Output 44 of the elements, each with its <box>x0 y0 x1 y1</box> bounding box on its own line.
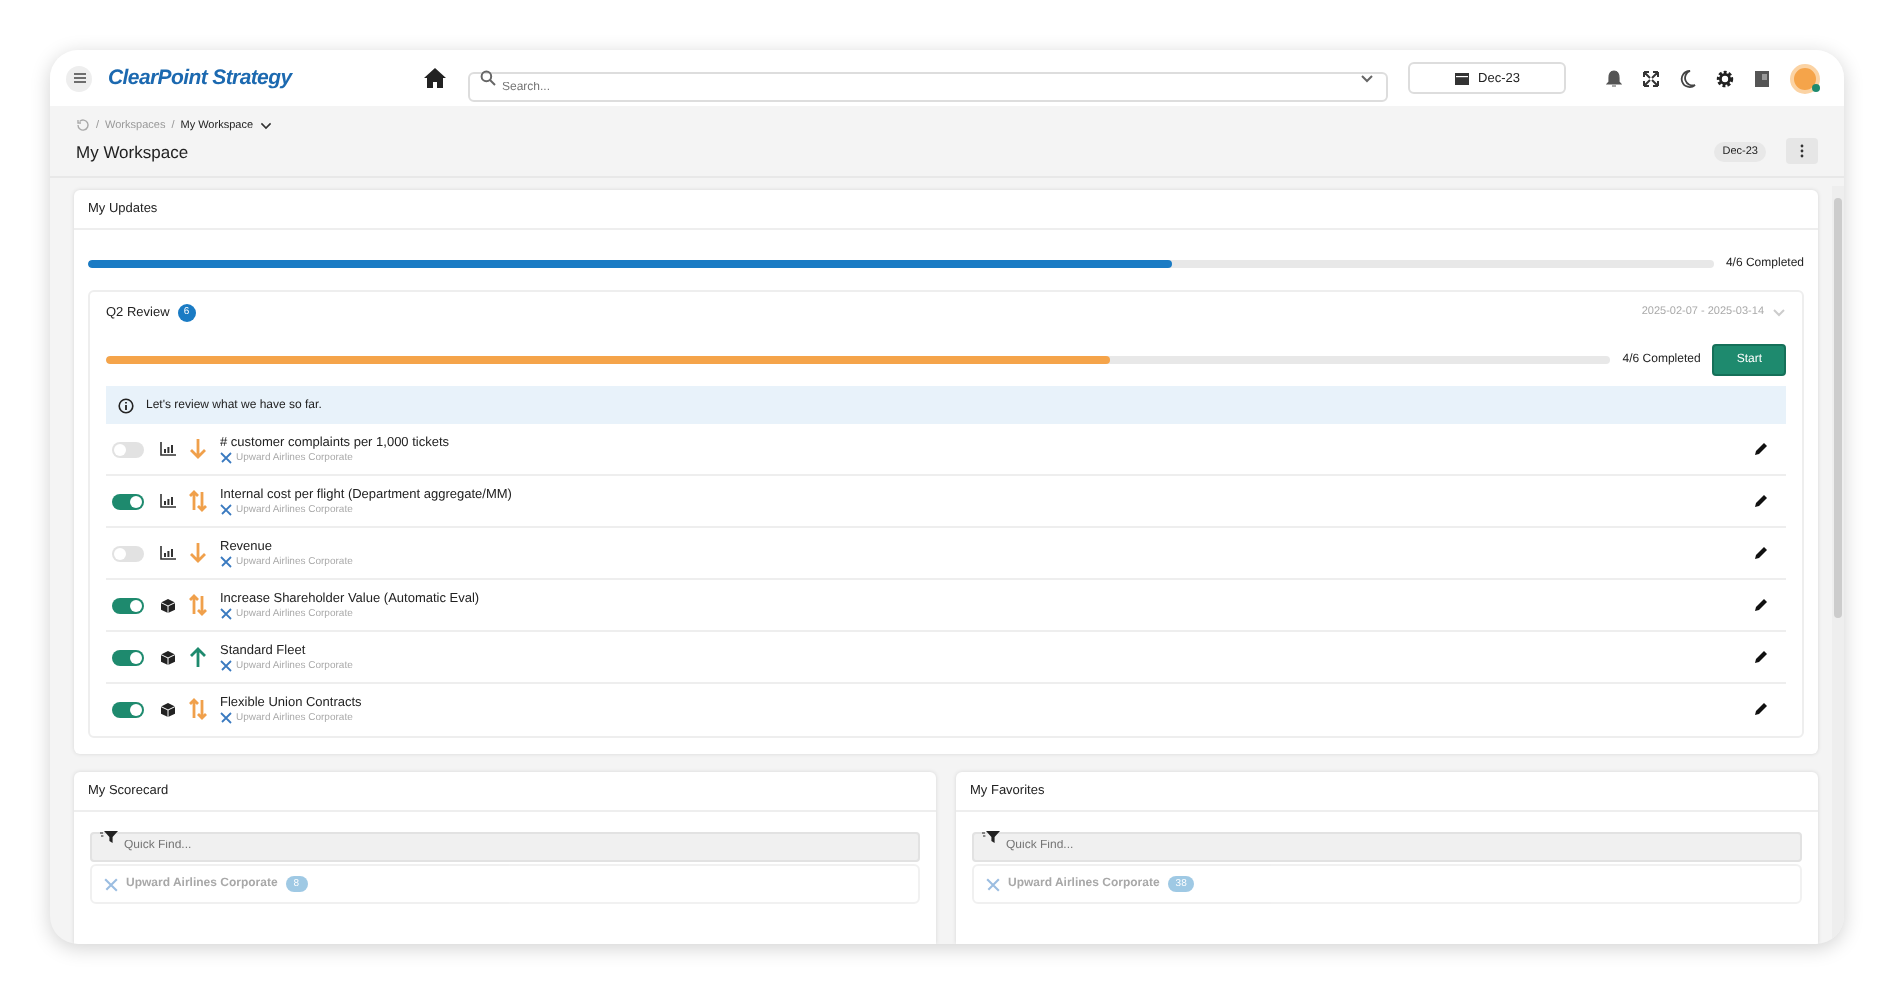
pencil-icon[interactable] <box>1754 546 1768 560</box>
up-down-arrows-icon <box>188 594 208 616</box>
bar-chart-icon <box>160 494 176 508</box>
pencil-icon[interactable] <box>1754 702 1768 716</box>
pencil-icon[interactable] <box>1754 650 1768 664</box>
cube-icon <box>160 649 176 665</box>
logo[interactable]: ClearPoint Strategy <box>108 66 408 90</box>
expand-icon[interactable] <box>1642 69 1660 87</box>
toggle-switch[interactable] <box>112 493 144 509</box>
toggle-switch[interactable] <box>112 701 144 717</box>
search-icon <box>480 70 496 86</box>
avatar[interactable] <box>1790 63 1820 93</box>
moon-icon[interactable] <box>1680 69 1696 87</box>
online-status-dot <box>1812 83 1820 91</box>
cube-icon <box>160 597 176 613</box>
bar-chart-icon <box>160 442 176 456</box>
menu-icon <box>73 72 85 84</box>
info-icon <box>118 397 134 413</box>
arrow-down-icon <box>188 438 208 460</box>
pencil-icon[interactable] <box>1754 494 1768 508</box>
cube-icon <box>160 701 176 717</box>
arrow-up-icon <box>188 646 208 668</box>
calendar-icon <box>1454 70 1471 86</box>
bar-chart-icon <box>160 546 176 560</box>
toggle-switch[interactable] <box>112 545 144 561</box>
scrollbar[interactable] <box>1832 186 1844 944</box>
chevron-down-icon[interactable] <box>259 121 272 129</box>
up-down-arrows-icon <box>188 490 208 512</box>
arrow-down-icon <box>188 542 208 564</box>
menu-button[interactable] <box>66 65 92 91</box>
pencil-icon[interactable] <box>1754 598 1768 612</box>
up-down-arrows-icon <box>188 698 208 720</box>
pencil-icon[interactable] <box>1754 442 1768 456</box>
filter-icon <box>100 830 118 844</box>
toggle-switch[interactable] <box>112 649 144 665</box>
filter-icon <box>982 830 1000 844</box>
book-icon[interactable] <box>1754 69 1770 87</box>
settings-icon[interactable] <box>1716 69 1734 87</box>
toggle-switch[interactable] <box>112 597 144 613</box>
home-icon[interactable] <box>424 68 446 88</box>
toggle-switch[interactable] <box>112 441 144 457</box>
chevron-down-icon[interactable] <box>1360 73 1374 83</box>
page-title: My Workspace <box>76 141 191 161</box>
bell-icon[interactable] <box>1606 69 1622 87</box>
